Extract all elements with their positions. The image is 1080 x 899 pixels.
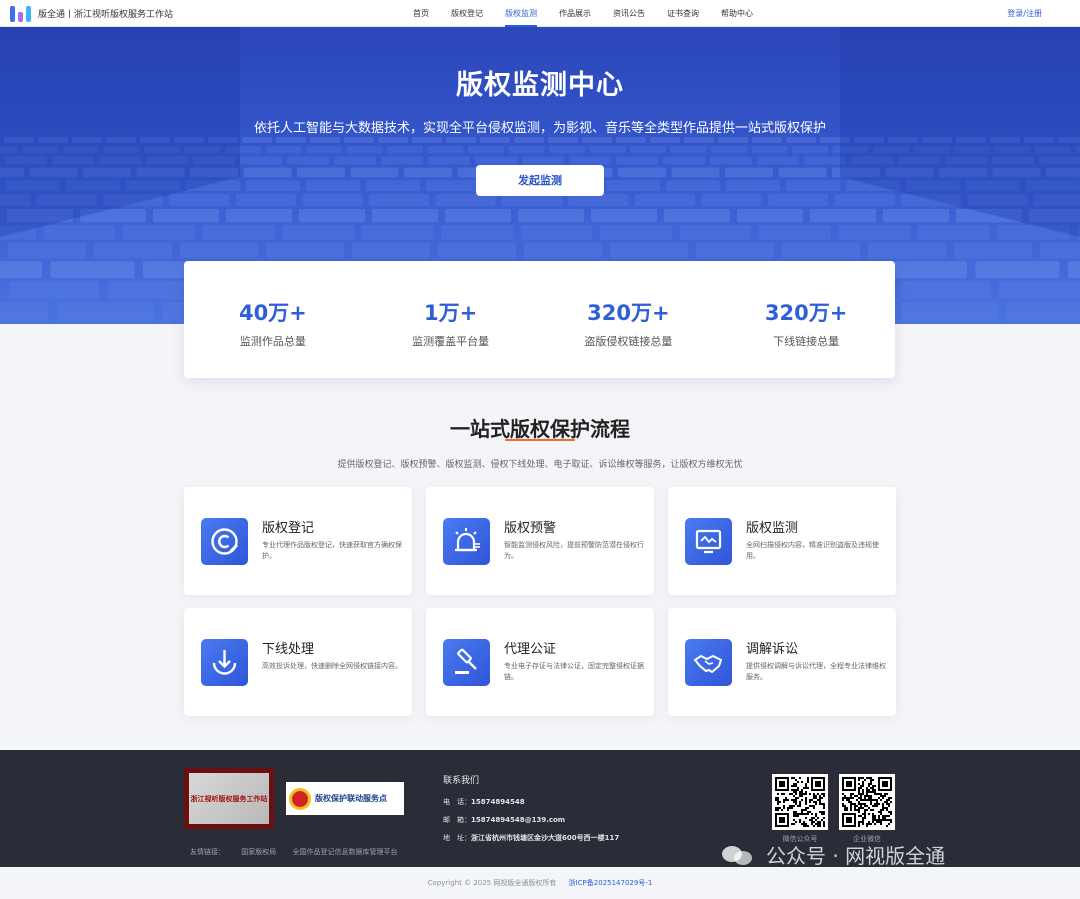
footer: 浙江视听版权服务工作站 版权保护联动服务点 友情链接： 国家版权局 全国作品登记… <box>0 750 1080 869</box>
stat-item: 320万+ 盗版侵权链接总量 <box>540 261 718 378</box>
top-header: 版全通丨浙江视听版权服务工作站 首页 版权登记 版权监测 作品展示 资讯公告 证书查询 帮助… <box>0 0 1080 27</box>
friend-links-label: 友情链接： <box>190 848 225 856</box>
service-card[interactable]: 调解诉讼提供侵权调解与诉讼代理，全程专业法律维权服务。 <box>668 608 896 716</box>
friend-link-registration-platform[interactable]: 全国作品登记信息数据库管理平台 <box>292 848 397 856</box>
service-point-text: 版权保护联动服务点 <box>315 794 387 803</box>
contact-phone: 电 话：15874894548 <box>443 798 525 806</box>
service-card[interactable]: 版权监测全网扫描侵权内容，精准识别盗版及违规使用。 <box>668 487 896 595</box>
nav-item-3[interactable]: 作品展示 <box>559 0 591 27</box>
wechat-watermark: 公众号 · 网视版全通 <box>722 840 945 869</box>
service-point-badge: 版权保护联动服务点 <box>286 782 404 815</box>
stat-value: 40万+ <box>238 301 307 325</box>
contact-address: 地 址：浙江省杭州市钱塘区金沙大道600号西一楼117 <box>443 834 620 842</box>
nav-item-5[interactable]: 证书查询 <box>667 0 699 27</box>
copyright-bar: Copyright © 2025 网视版全通版权所有 浙ICP备20251470… <box>0 867 1080 899</box>
copyright-text: Copyright © 2025 网视版全通版权所有 <box>427 879 557 887</box>
start-monitoring-button[interactable]: 发起监测 <box>476 165 604 196</box>
stat-label: 监测覆盖平台量 <box>412 335 490 348</box>
police-emblem-icon <box>289 787 311 810</box>
service-card-title: 版权监测 <box>746 521 799 536</box>
wechat-icon <box>722 844 754 866</box>
service-card[interactable]: 版权预警智能监测侵权风险，提前预警防范潜在侵权行为。 <box>426 487 654 595</box>
service-card[interactable]: 版权登记专业代理作品版权登记，快速获取官方确权保护。 <box>184 487 412 595</box>
stats-panel: 40万+ 监测作品总量 1万+ 监测覆盖平台量 320万+ 盗版侵权链接总量 320万+ 下线… <box>184 261 895 378</box>
service-card-desc: 专业电子存证与法律公证，固定完整侵权证据链。 <box>504 662 644 681</box>
service-card-title: 下线处理 <box>262 642 315 657</box>
gavel-icon <box>443 639 490 686</box>
logo-icon <box>10 4 32 22</box>
enterprise-wechat-qr-code <box>839 774 895 830</box>
service-card-desc: 智能监测侵权风险，提前预警防范潜在侵权行为。 <box>504 541 644 560</box>
stat-label: 下线链接总量 <box>773 335 840 348</box>
handshake-icon <box>685 639 732 686</box>
stat-item: 1万+ 监测覆盖平台量 <box>362 261 540 378</box>
service-card-desc: 专业代理作品版权登记，快速获取官方确权保护。 <box>262 541 402 560</box>
nav-item-1[interactable]: 版权登记 <box>451 0 483 27</box>
section-title: 一站式版权保护流程 <box>450 417 630 441</box>
brand-name: 版全通丨浙江视听版权服务工作站 <box>38 9 174 20</box>
stat-value: 320万+ <box>764 301 848 325</box>
main-nav: 首页 版权登记 版权监测 作品展示 资讯公告 证书查询 帮助中心 <box>413 0 775 27</box>
contact-title: 联系我们 <box>443 776 480 786</box>
stat-label: 盗版侵权链接总量 <box>584 335 673 348</box>
stat-item: 320万+ 下线链接总量 <box>717 261 895 378</box>
section-title-underline <box>505 439 575 441</box>
service-card[interactable]: 下线处理高效投诉处理，快速删除全网侵权链接内容。 <box>184 608 412 716</box>
certificate-plaque: 浙江视听版权服务工作站 <box>184 768 274 829</box>
stat-value: 320万+ <box>587 301 670 325</box>
hero-title: 版权监测中心 <box>456 70 624 101</box>
service-card[interactable]: 代理公证专业电子存证与法律公证，固定完整侵权证据链。 <box>426 608 654 716</box>
nav-item-6[interactable]: 帮助中心 <box>721 0 753 27</box>
stat-label: 监测作品总量 <box>239 335 306 348</box>
login-register-link[interactable]: 登录/注册 <box>1007 0 1042 27</box>
nav-item-0[interactable]: 首页 <box>413 0 429 27</box>
service-card-title: 版权预警 <box>504 521 557 536</box>
brand[interactable]: 版全通丨浙江视听版权服务工作站 <box>10 4 173 22</box>
service-card-title: 调解诉讼 <box>746 642 799 657</box>
copyright-icon <box>201 518 248 565</box>
certificate-plaque-text: 浙江视听版权服务工作站 <box>189 773 269 824</box>
nav-item-4[interactable]: 资讯公告 <box>613 0 645 27</box>
stat-item: 40万+ 监测作品总量 <box>184 261 362 378</box>
hero-subtitle: 依托人工智能与大数据技术，实现全平台侵权监测，为影视、音乐等全类型作品提供一站式… <box>253 121 826 136</box>
nav-item-2[interactable]: 版权监测 <box>505 0 537 27</box>
service-card-title: 版权登记 <box>262 521 315 536</box>
contact-email: 邮 箱：15874894548@139.com <box>443 816 566 824</box>
service-card-desc: 提供侵权调解与诉讼代理，全程专业法律维权服务。 <box>746 662 886 681</box>
friend-link-copyright-office[interactable]: 国家版权局 <box>241 848 276 856</box>
download-icon <box>201 639 248 686</box>
monitor-icon <box>685 518 732 565</box>
icp-link[interactable]: 浙ICP备2025147029号-1 <box>569 879 653 887</box>
stat-value: 1万+ <box>424 301 478 325</box>
friend-links: 友情链接： 国家版权局 全国作品登记信息数据库管理平台 <box>190 847 411 857</box>
wechat-official-qr-code <box>772 774 828 830</box>
service-card-title: 代理公证 <box>504 642 557 657</box>
alarm-icon <box>443 518 490 565</box>
section-description: 提供版权登记、版权预警、版权监测、侵权下线处理、电子取证、诉讼维权等服务，让版权… <box>337 460 743 470</box>
service-card-desc: 高效投诉处理，快速删除全网侵权链接内容。 <box>262 662 402 670</box>
service-card-desc: 全网扫描侵权内容，精准识别盗版及违规使用。 <box>746 541 879 560</box>
watermark-text: 公众号 · 网视版全通 <box>766 844 946 868</box>
